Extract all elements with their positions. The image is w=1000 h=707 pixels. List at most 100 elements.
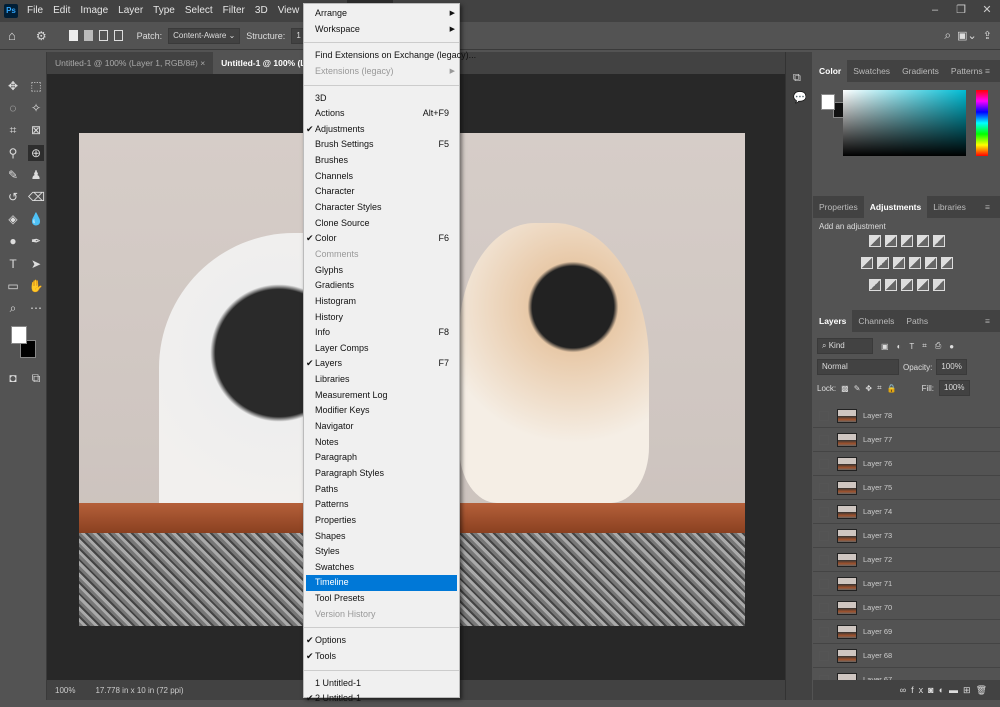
foreground-color[interactable]: [11, 326, 27, 344]
adjustment-icon[interactable]: [876, 257, 889, 269]
minimize-button[interactable]: –: [922, 0, 948, 22]
visibility-toggle[interactable]: [819, 530, 829, 541]
adjustment-icon[interactable]: [860, 257, 873, 269]
layer-row[interactable]: Layer 77: [813, 428, 1000, 452]
dodge-icon[interactable]: ●: [5, 233, 21, 249]
menu-item-swatches[interactable]: Swatches: [304, 560, 459, 576]
lock-position-icon[interactable]: ✥: [865, 384, 872, 393]
zoom-level[interactable]: 100%: [55, 686, 75, 695]
tab-libraries[interactable]: Libraries: [927, 196, 972, 218]
filter-type-icon[interactable]: T: [909, 342, 914, 351]
menu-select[interactable]: Select: [180, 0, 218, 22]
visibility-toggle[interactable]: [819, 410, 829, 421]
frame-icon[interactable]: ⊠: [28, 122, 44, 138]
menu-item-arrange[interactable]: Arrange ▶: [304, 6, 459, 22]
menu-item-layers[interactable]: ✔ Layers F7: [304, 356, 459, 372]
healing-brush-icon[interactable]: ⊕: [28, 144, 44, 161]
stamp-icon[interactable]: ♟: [28, 167, 44, 183]
menu-item-character[interactable]: Character: [304, 184, 459, 200]
menu-item-adjustments[interactable]: ✔ Adjustments: [304, 122, 459, 138]
filter-shape-icon[interactable]: ⌗: [922, 341, 927, 351]
menu-item-measurement-log[interactable]: Measurement Log: [304, 388, 459, 404]
menu-item-patterns[interactable]: Patterns: [304, 497, 459, 513]
menu-item-paragraph[interactable]: Paragraph: [304, 450, 459, 466]
layer-row[interactable]: Layer 76: [813, 452, 1000, 476]
visibility-toggle[interactable]: [819, 482, 829, 493]
screen-mode-icon[interactable]: ⧉: [28, 370, 44, 386]
tab-adjustments[interactable]: Adjustments: [863, 196, 928, 218]
adjustment-icon[interactable]: [932, 279, 945, 291]
adjustment-icon[interactable]: [916, 235, 929, 247]
lock-transparent-icon[interactable]: ▩: [841, 384, 849, 393]
paint-bucket-icon[interactable]: ◈: [5, 211, 21, 227]
layer-row[interactable]: Layer 71: [813, 572, 1000, 596]
menu-item-timeline[interactable]: Timeline: [306, 575, 457, 592]
marquee-icon[interactable]: ⬚: [28, 78, 44, 94]
tab-channels[interactable]: Channels: [852, 310, 900, 332]
visibility-toggle[interactable]: [819, 626, 829, 637]
layer-row[interactable]: Layer 68: [813, 644, 1000, 668]
menu-item-glyphs[interactable]: Glyphs: [304, 263, 459, 279]
foreground-color-swatch[interactable]: [821, 94, 835, 110]
brush-icon[interactable]: ✎: [5, 167, 21, 183]
tab-layers[interactable]: Layers: [813, 310, 853, 332]
menu-item-workspace[interactable]: Workspace ▶: [304, 22, 459, 38]
restore-button[interactable]: ❐: [948, 0, 974, 22]
adjustment-icon[interactable]: [868, 279, 881, 291]
fill-input[interactable]: 100%: [939, 380, 970, 396]
share-icon[interactable]: ⇪: [983, 29, 992, 42]
comments-icon[interactable]: 💬: [793, 91, 812, 104]
menu-file[interactable]: File: [22, 0, 48, 22]
layer-row[interactable]: Layer 72: [813, 548, 1000, 572]
lock-all-icon[interactable]: 🔒: [887, 384, 897, 393]
adjustment-icon[interactable]: [932, 235, 945, 247]
lock-paint-icon[interactable]: ✎: [854, 384, 861, 393]
quick-mask-icon[interactable]: ◘: [5, 370, 21, 386]
menu-layer[interactable]: Layer: [113, 0, 148, 22]
menu-item-info[interactable]: Info F8: [304, 325, 459, 341]
visibility-toggle[interactable]: [819, 650, 829, 661]
visibility-toggle[interactable]: [819, 434, 829, 445]
fx-icon[interactable]: fx: [911, 685, 928, 695]
adjustment-icon[interactable]: [900, 279, 913, 291]
magic-wand-icon[interactable]: ✧: [28, 100, 44, 116]
menu-item-modifier-keys[interactable]: Modifier Keys: [304, 403, 459, 419]
adjustment-icon[interactable]: [900, 235, 913, 247]
adjustment-icon[interactable]: [884, 279, 897, 291]
add-selection-icon[interactable]: [83, 30, 93, 41]
menu-item-2-untitled-1[interactable]: ✔ 2 Untitled-1: [304, 691, 459, 707]
menu-item-libraries[interactable]: Libraries: [304, 372, 459, 388]
menu-item-1-untitled-1[interactable]: 1 Untitled-1: [304, 676, 459, 692]
menu-item-brush-settings[interactable]: Brush Settings F5: [304, 137, 459, 153]
menu-item-3d[interactable]: 3D: [304, 91, 459, 107]
search-icon[interactable]: ⌕: [944, 28, 951, 43]
layer-row[interactable]: Layer 73: [813, 524, 1000, 548]
menu-item-find-extensions-on-exchange-legacy-[interactable]: Find Extensions on Exchange (legacy)...: [304, 48, 476, 64]
menu-item-properties[interactable]: Properties: [304, 513, 459, 529]
crop-icon[interactable]: ⌗: [5, 122, 21, 138]
layer-row[interactable]: Layer 75: [813, 476, 1000, 500]
menu-item-character-styles[interactable]: Character Styles: [304, 200, 459, 216]
move-icon[interactable]: ✥: [5, 78, 21, 94]
close-tab-icon[interactable]: ×: [200, 58, 205, 68]
visibility-toggle[interactable]: [819, 554, 829, 565]
menu-edit[interactable]: Edit: [48, 0, 75, 22]
menu-item-histogram[interactable]: Histogram: [304, 294, 459, 310]
menu-item-navigator[interactable]: Navigator: [304, 419, 459, 435]
menu-item-layer-comps[interactable]: Layer Comps: [304, 341, 459, 357]
pen-icon[interactable]: ✒: [28, 233, 44, 249]
menu-item-history[interactable]: History: [304, 310, 459, 326]
intersect-selection-icon[interactable]: [113, 30, 123, 41]
close-button[interactable]: ✕: [974, 0, 1000, 22]
tab-color[interactable]: Color: [813, 60, 848, 82]
panel-menu-icon[interactable]: ≡: [979, 60, 996, 82]
history-icon[interactable]: ⧉: [793, 72, 812, 85]
opacity-input[interactable]: 100%: [936, 359, 967, 375]
visibility-toggle[interactable]: [819, 578, 829, 589]
menu-item-notes[interactable]: Notes: [304, 435, 459, 451]
menu-image[interactable]: Image: [75, 0, 113, 22]
menu-item-actions[interactable]: Actions Alt+F9: [304, 106, 459, 122]
tab-properties[interactable]: Properties: [813, 196, 864, 218]
type-icon[interactable]: T: [5, 256, 21, 272]
filter-smart-icon[interactable]: ⎙: [935, 341, 941, 351]
